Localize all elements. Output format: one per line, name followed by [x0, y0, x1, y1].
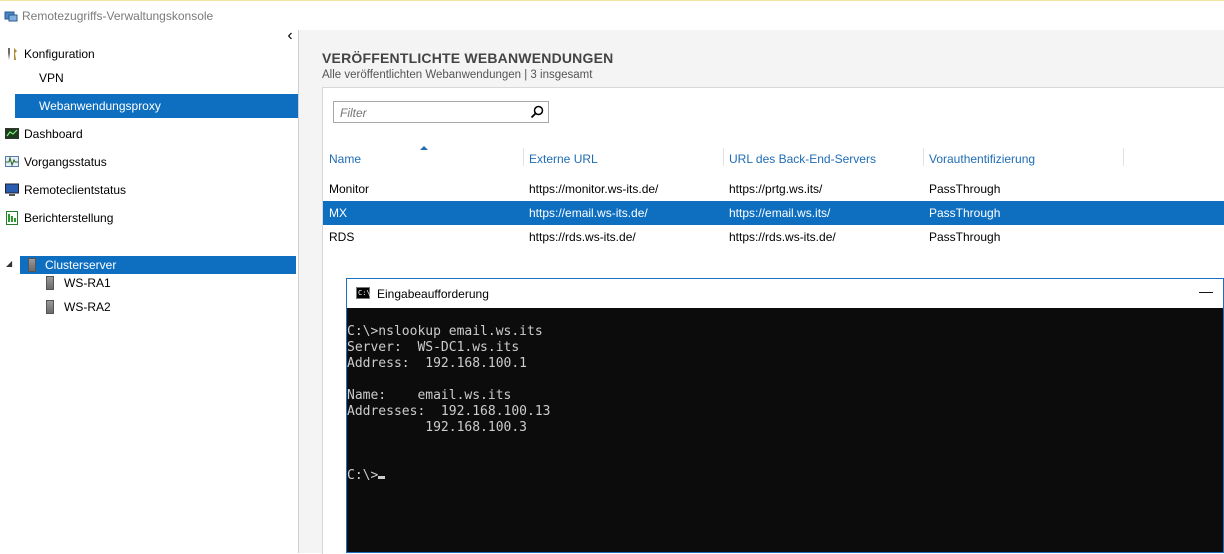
console-line: 192.168.100.3 — [347, 420, 528, 435]
cell-backend-url: https://prtg.ws.its/ — [729, 182, 823, 196]
console-line: Addresses: 192.168.100.13 — [347, 404, 551, 419]
command-prompt-window[interactable]: C:\ Eingabeaufforderung — C:\>nslookup e… — [346, 278, 1224, 553]
sidebar-item-label: Remoteclientstatus — [24, 183, 127, 197]
console-output[interactable]: C:\>nslookup email.ws.its Server: WS-DC1… — [347, 308, 1223, 552]
operations-status-icon — [5, 155, 19, 167]
column-header-preauthentication[interactable]: Vorauthentifizierung — [929, 150, 1035, 168]
remote-access-app-icon — [4, 11, 18, 22]
filter-box[interactable] — [333, 101, 549, 123]
window-title: Remotezugriffs-Verwaltungskonsole — [22, 9, 214, 23]
sidebar-item-label: Konfiguration — [24, 47, 95, 61]
column-header-external-url[interactable]: Externe URL — [529, 150, 598, 168]
search-icon[interactable] — [530, 105, 544, 119]
tools-icon — [8, 48, 17, 60]
cell-name: MX — [329, 206, 347, 220]
column-separator[interactable] — [723, 148, 724, 166]
cell-preauthentication: PassThrough — [929, 230, 1001, 244]
cell-backend-url: https://email.ws.its/ — [729, 206, 831, 220]
navigation-sidebar: ‹ Konfiguration VPN Webanwendungsproxy D… — [0, 27, 299, 553]
sidebar-item-label: Vorgangsstatus — [24, 155, 107, 169]
cell-external-url: https://rds.ws-its.de/ — [529, 230, 636, 244]
window-titlebar: Remotezugriffs-Verwaltungskonsole — [0, 0, 1224, 30]
tree-item-label: WS-RA1 — [64, 276, 111, 290]
tree-item-ws-ra2[interactable]: WS-RA2 — [40, 298, 240, 316]
sidebar-item-vorgangsstatus[interactable]: Vorgangsstatus — [0, 150, 298, 174]
cell-backend-url: https://rds.ws-its.de/ — [729, 230, 836, 244]
sidebar-item-label: Dashboard — [24, 127, 83, 141]
tree-item-clusterserver[interactable]: Clusterserver — [20, 256, 296, 274]
console-line: Address: 192.168.100.1 — [347, 356, 528, 371]
tree-item-label: WS-RA2 — [64, 300, 111, 314]
sidebar-item-remoteclientstatus[interactable]: Remoteclientstatus — [0, 178, 298, 202]
table-row[interactable]: RDS https://rds.ws-its.de/ https://rds.w… — [323, 225, 1224, 249]
cell-name: Monitor — [329, 182, 370, 196]
column-separator[interactable] — [1123, 148, 1124, 166]
tree-item-label: Clusterserver — [45, 258, 117, 272]
tree-item-ws-ra1[interactable]: WS-RA1 — [40, 274, 240, 292]
minimize-button[interactable]: — — [1199, 283, 1213, 299]
column-separator[interactable] — [923, 148, 924, 166]
cmd-title: Eingabeaufforderung — [377, 287, 489, 301]
column-header-backend-url[interactable]: URL des Back-End-Servers — [729, 150, 876, 168]
sidebar-item-berichterstellung[interactable]: Berichterstellung — [0, 206, 298, 230]
sidebar-item-vpn[interactable]: VPN — [0, 66, 298, 90]
cell-external-url: https://email.ws-its.de/ — [529, 206, 648, 220]
monitor-icon — [5, 183, 19, 196]
column-separator[interactable] — [523, 148, 524, 166]
sidebar-item-dashboard[interactable]: Dashboard — [0, 122, 298, 146]
sidebar-item-label: Berichterstellung — [24, 211, 114, 225]
report-icon — [6, 211, 18, 225]
console-line: C:\> — [347, 468, 379, 483]
cmd-icon: C:\ — [356, 287, 371, 299]
server-icon — [46, 300, 54, 314]
table-row[interactable]: Monitor https://monitor.ws-its.de/ https… — [323, 177, 1224, 201]
dashboard-icon — [5, 128, 19, 139]
server-icon — [28, 258, 36, 272]
cell-name: RDS — [329, 230, 355, 244]
sidebar-item-label: Webanwendungsproxy — [39, 99, 161, 113]
column-header-name[interactable]: Name — [329, 150, 361, 168]
console-line: Name: email.ws.its — [347, 388, 512, 403]
cmd-titlebar[interactable]: C:\ Eingabeaufforderung — — [347, 279, 1223, 308]
sort-ascending-icon — [420, 146, 428, 150]
console-line: Server: WS-DC1.ws.its — [347, 340, 520, 355]
sidebar-item-webanwendungsproxy[interactable]: Webanwendungsproxy — [15, 94, 298, 118]
cell-preauthentication: PassThrough — [929, 206, 1001, 220]
tree-expand-icon[interactable]: ◢ — [6, 259, 12, 268]
table-row[interactable]: MX https://email.ws-its.de/ https://emai… — [323, 201, 1224, 225]
sidebar-item-label: VPN — [39, 71, 64, 85]
server-icon — [46, 276, 54, 290]
text-cursor — [378, 476, 386, 479]
filter-input[interactable] — [338, 104, 522, 122]
cell-external-url: https://monitor.ws-its.de/ — [529, 182, 659, 196]
console-line: C:\>nslookup email.ws.its — [347, 324, 543, 339]
page-title: VERÖFFENTLICHTE WEBANWENDUNGEN — [322, 50, 614, 66]
page-subtitle: Alle veröffentlichten Webanwendungen | 3… — [322, 69, 593, 81]
cell-preauthentication: PassThrough — [929, 182, 1001, 196]
sidebar-item-konfiguration[interactable]: Konfiguration — [0, 42, 298, 66]
console-text: C:\>nslookup email.ws.its Server: WS-DC1… — [347, 324, 551, 484]
